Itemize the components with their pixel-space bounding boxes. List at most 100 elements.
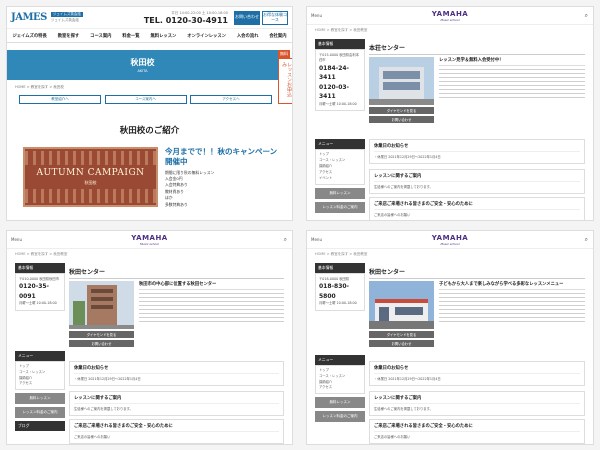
phone-number[interactable]: 0120-35-0091 bbox=[19, 282, 61, 301]
search-icon[interactable]: ⌕ bbox=[284, 236, 287, 244]
breadcrumb: HOME > 教室を探す > 秋田教室 bbox=[315, 252, 368, 256]
intro-block: レッスン見学＆無料入会受付中！ bbox=[439, 57, 585, 101]
free-lesson-tab-top: 無料 bbox=[278, 50, 290, 58]
phone-number[interactable]: TEL. 0120-30-4911 bbox=[144, 16, 228, 25]
contact-button[interactable]: お問い合わせ bbox=[369, 340, 434, 347]
building-photo bbox=[69, 281, 134, 329]
fee-guide-button[interactable]: レッスン料金のご案内 bbox=[315, 201, 365, 213]
main-content: 秋田センター ダイヤモンドを見る お問い合わせ 子どもから大人まで楽しみながら学… bbox=[369, 267, 585, 347]
campaign-image[interactable]: AUTUMN CAMPAIGN 秋田校 bbox=[23, 147, 158, 207]
nav-item[interactable]: 料金一覧 bbox=[122, 33, 139, 39]
intro-block: 子どもから大人まで楽しみながら学べる多彩なレッスンメニュー bbox=[439, 281, 585, 325]
lesson-info-title: レッスンに関するご案内 bbox=[374, 395, 580, 404]
yamaha-header: Menu YAMAHA Music school ⌕ bbox=[7, 231, 292, 249]
section-title: 秋田校のご紹介 bbox=[119, 126, 180, 136]
notice-text[interactable]: ・休業日 2021年12月29日～2022年1月4日 bbox=[74, 377, 279, 382]
menu-heading: メニュー bbox=[15, 350, 65, 361]
free-lesson-tab[interactable]: 無料 レッスンお申込み bbox=[278, 50, 292, 104]
pattern-top bbox=[25, 151, 156, 165]
sub-link[interactable]: コース案内へ bbox=[104, 95, 187, 104]
notice-box: 休業日のお知らせ ・休業日 2021年12月29日～2022年1月4日 bbox=[69, 361, 284, 386]
free-lesson-button[interactable]: 無料レッスン bbox=[315, 397, 365, 409]
sub-link[interactable]: アクセスへ bbox=[190, 95, 272, 104]
menu-button[interactable]: Menu bbox=[11, 237, 22, 242]
page-subtitle: AKITA bbox=[137, 69, 148, 73]
center-title: 本荘センター bbox=[369, 43, 585, 55]
safety-text[interactable]: ご来店の皆様へのお願い bbox=[374, 435, 580, 440]
yamaha-honjo-page: Menu YAMAHA Music school ⌕ HOME > 教室を探す … bbox=[306, 6, 594, 221]
promo-list: 期間に限り秋の無料レッスン 入会金0円 入会特典あり 教材費あり ほか 多数特典… bbox=[165, 170, 280, 209]
nav-item[interactable]: 入会の流れ bbox=[237, 33, 258, 39]
yamaha-logo[interactable]: YAMAHA Music school bbox=[432, 234, 468, 246]
yamaha-logo[interactable]: YAMAHA Music school bbox=[432, 10, 468, 22]
logo-sub: Music school bbox=[139, 241, 160, 246]
contact-button[interactable]: お問い合わせ bbox=[234, 10, 260, 25]
center-info: 〒010-0000 秋田県秋田市 0120-35-0091 月曜〜土曜 10:0… bbox=[15, 273, 65, 311]
nav-item[interactable]: コース案内 bbox=[90, 33, 111, 39]
campaign-title: AUTUMN CAMPAIGN bbox=[36, 168, 145, 178]
safety-title: ご来店ご来場される皆さまのご安全・安心のために bbox=[74, 423, 279, 432]
phone-number-free[interactable]: 0120-03-3411 bbox=[319, 83, 361, 102]
free-lesson-button[interactable]: 無料レッスン bbox=[315, 187, 365, 199]
map-button[interactable]: ダイヤモンドを見る bbox=[369, 107, 434, 114]
phone-number[interactable]: 0184-24-3411 bbox=[319, 64, 361, 83]
sub-links: 教室紹介へ コース案内へ アクセスへ bbox=[19, 95, 272, 104]
side-menu-item[interactable]: アクセス bbox=[319, 385, 361, 391]
safety-text[interactable]: ご来店の皆様へのお願い bbox=[374, 213, 580, 218]
menu-button[interactable]: Menu bbox=[311, 13, 322, 18]
nav-item[interactable]: ジェイムズの特長 bbox=[12, 33, 46, 39]
lesson-info-title: レッスンに関するご案内 bbox=[74, 395, 279, 404]
site-header: JAMES ジェイムズ英会話 ジェイムズ英会話 平日 14:00-22:00 土… bbox=[7, 7, 292, 29]
trial-course-button[interactable]: お得な体験コース bbox=[262, 10, 288, 25]
logo-sub: Music school bbox=[440, 17, 460, 22]
nav-item[interactable]: 会社案内 bbox=[269, 33, 286, 39]
contact-button[interactable]: お問い合わせ bbox=[69, 340, 134, 347]
james-logo[interactable]: JAMES bbox=[11, 12, 47, 23]
breadcrumb: HOME > 教室を探す > 秋田教室 bbox=[315, 28, 368, 32]
notice-text[interactable]: ・休業日 2021年12月29日～2022年1月4日 bbox=[374, 377, 580, 382]
safety-text[interactable]: ご来店の皆様へのお願い bbox=[74, 435, 279, 440]
center-title: 秋田センター bbox=[369, 267, 585, 279]
logo-sub: Music school bbox=[440, 241, 460, 246]
free-lesson-button[interactable]: 無料レッスン bbox=[15, 393, 65, 405]
side-menu-item[interactable]: イベント bbox=[319, 176, 361, 182]
intro-title: 秋田市の中心部に位置する秋田センター bbox=[139, 281, 284, 290]
intro-text bbox=[139, 293, 284, 325]
center-title: 秋田センター bbox=[69, 267, 284, 279]
page-title: 秋田校 bbox=[130, 58, 155, 67]
side-menu: トップ コース・レッスン 講師紹介 アクセス bbox=[15, 360, 65, 391]
contact-button[interactable]: お問い合わせ bbox=[369, 116, 434, 123]
yamaha-header: Menu YAMAHA Music school ⌕ bbox=[307, 7, 593, 25]
blog-heading: ブログ bbox=[15, 421, 65, 432]
nav-item[interactable]: 教室を探す bbox=[58, 33, 79, 39]
map-button[interactable]: ダイヤモンドを見る bbox=[69, 331, 134, 338]
phone-number[interactable]: 018-830-5800 bbox=[319, 282, 361, 301]
building-photo bbox=[369, 57, 434, 105]
breadcrumb: HOME > 教室を探す > 秋田校 bbox=[15, 85, 64, 89]
menu-heading: メニュー bbox=[315, 354, 365, 365]
list-item: 多数特典あり bbox=[165, 201, 188, 207]
logo-mark: YAMAHA bbox=[431, 9, 469, 18]
fee-guide-button[interactable]: レッスン料金のご案内 bbox=[15, 407, 65, 419]
safety-box: ご来店ご来場される皆さまのご安全・安心のために ご来店の皆様へのお願い bbox=[69, 419, 284, 444]
safety-box: ご来店ご来場される皆さまのご安全・安心のために ご来店の皆様へのお願い bbox=[369, 419, 585, 444]
center-info: 〒015-0000 秋田県由利本荘市 0184-24-3411 0120-03-… bbox=[315, 49, 365, 112]
search-icon[interactable]: ⌕ bbox=[585, 236, 588, 244]
menu-heading: メニュー bbox=[315, 139, 365, 150]
intro-title: レッスン見学＆無料入会受付中！ bbox=[439, 57, 585, 66]
map-button[interactable]: ダイヤモンドを見る bbox=[369, 331, 434, 338]
notice-text[interactable]: ・休業日 2021年12月29日～2022年1月4日 bbox=[374, 155, 580, 160]
notice-box: 休業日のお知らせ ・休業日 2021年12月29日～2022年1月4日 bbox=[369, 361, 585, 386]
search-icon[interactable]: ⌕ bbox=[585, 12, 588, 20]
yamaha-logo[interactable]: YAMAHA Music school bbox=[131, 234, 167, 246]
safety-title: ご来店ご来場される皆さまのご安全・安心のために bbox=[374, 201, 580, 210]
fee-guide-button[interactable]: レッスン料金のご案内 bbox=[315, 411, 365, 423]
nav-item[interactable]: オンラインレッスン bbox=[187, 33, 226, 39]
logo-mark: YAMAHA bbox=[431, 233, 469, 242]
sub-link[interactable]: 教室紹介へ bbox=[19, 95, 101, 104]
side-menu-item[interactable]: アクセス bbox=[19, 381, 61, 387]
notice-box: 休業日のお知らせ ・休業日 2021年12月29日～2022年1月4日 bbox=[369, 139, 585, 164]
nav-item[interactable]: 無料レッスン bbox=[151, 33, 177, 39]
menu-button[interactable]: Menu bbox=[311, 237, 322, 242]
safety-title: ご来店ご来場される皆さまのご安全・安心のために bbox=[374, 423, 580, 432]
